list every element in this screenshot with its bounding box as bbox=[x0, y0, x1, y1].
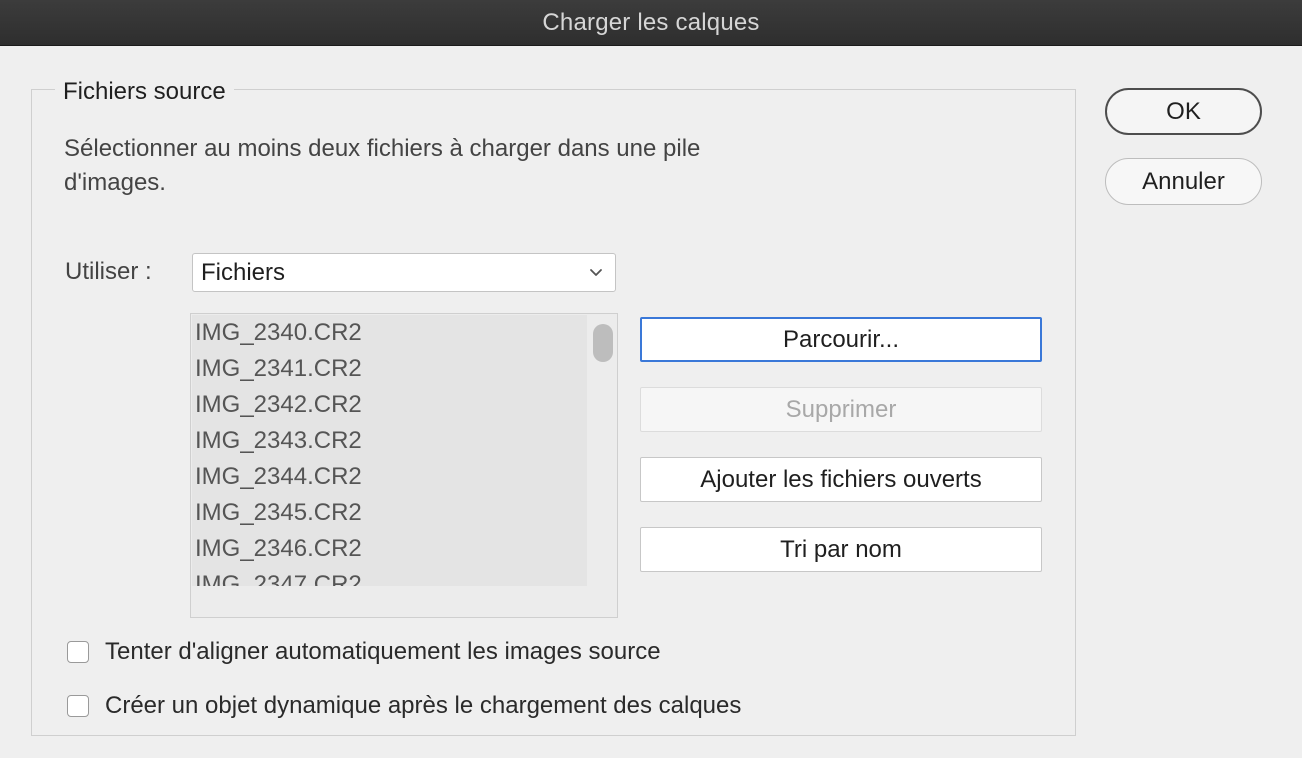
use-select[interactable]: Fichiers bbox=[192, 253, 616, 292]
list-item[interactable]: IMG_2340.CR2 bbox=[192, 315, 587, 351]
add-open-files-button[interactable]: Ajouter les fichiers ouverts bbox=[640, 457, 1042, 502]
window-title: Charger les calques bbox=[542, 8, 760, 36]
chevron-down-icon bbox=[590, 269, 602, 276]
list-item[interactable]: IMG_2346.CR2 bbox=[192, 531, 587, 567]
list-item[interactable]: IMG_2344.CR2 bbox=[192, 459, 587, 495]
remove-button[interactable]: Supprimer bbox=[640, 387, 1042, 432]
list-item[interactable]: IMG_2341.CR2 bbox=[192, 351, 587, 387]
smart-object-checkbox[interactable] bbox=[67, 695, 89, 717]
title-bar: Charger les calques bbox=[0, 0, 1302, 46]
smart-object-option[interactable]: Créer un objet dynamique après le charge… bbox=[67, 692, 741, 720]
smart-object-label: Créer un objet dynamique après le charge… bbox=[105, 692, 742, 719]
file-list-items: IMG_2340.CR2 IMG_2341.CR2 IMG_2342.CR2 I… bbox=[192, 315, 587, 586]
file-list[interactable]: IMG_2340.CR2 IMG_2341.CR2 IMG_2342.CR2 I… bbox=[190, 313, 618, 618]
use-select-value: Fichiers bbox=[201, 258, 286, 286]
file-list-scrollbar[interactable] bbox=[593, 324, 613, 362]
auto-align-label: Tenter d'aligner automatiquement les ima… bbox=[105, 638, 661, 665]
browse-button[interactable]: Parcourir... bbox=[640, 317, 1042, 362]
list-item[interactable]: IMG_2345.CR2 bbox=[192, 495, 587, 531]
auto-align-option[interactable]: Tenter d'aligner automatiquement les ima… bbox=[67, 638, 661, 666]
sort-by-name-button[interactable]: Tri par nom bbox=[640, 527, 1042, 572]
list-item[interactable]: IMG_2343.CR2 bbox=[192, 423, 587, 459]
source-files-description: Sélectionner au moins deux fichiers à ch… bbox=[64, 135, 701, 196]
load-layers-dialog: Charger les calques Fichiers source Séle… bbox=[0, 0, 1302, 758]
ok-button[interactable]: OK bbox=[1105, 88, 1262, 135]
use-label: Utiliser : bbox=[65, 258, 152, 285]
auto-align-checkbox[interactable] bbox=[67, 641, 89, 663]
list-item[interactable]: IMG_2342.CR2 bbox=[192, 387, 587, 423]
list-item[interactable]: IMG_2347.CR2 bbox=[192, 567, 587, 586]
cancel-button[interactable]: Annuler bbox=[1105, 158, 1262, 205]
source-files-legend: Fichiers source bbox=[55, 78, 234, 106]
